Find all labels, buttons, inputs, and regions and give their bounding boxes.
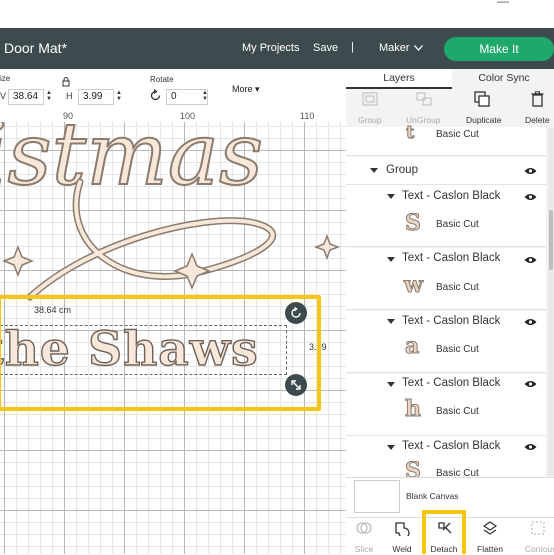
window-titlebar xyxy=(0,0,554,28)
save-link[interactable]: Save xyxy=(313,42,338,54)
weld-icon[interactable] xyxy=(394,520,410,536)
layer-operation: Basic Cut xyxy=(436,129,479,140)
height-stepper[interactable]: ▲ ▼ xyxy=(116,90,122,102)
layer-operation-clip: Basic Cut xyxy=(430,466,490,477)
eye-icon[interactable] xyxy=(524,443,537,451)
duplicate-icon[interactable] xyxy=(474,91,490,107)
project-title: Door Mat* xyxy=(4,40,68,56)
contour-icon[interactable] xyxy=(530,520,546,536)
text-layer-name: Text - Caslon Black xyxy=(402,440,501,452)
collapse-triangle-icon[interactable] xyxy=(387,382,395,387)
weld-button[interactable]: Weld xyxy=(384,544,420,554)
layer-thumbnail: S xyxy=(405,210,422,237)
eye-icon[interactable] xyxy=(524,380,537,388)
more-menu[interactable]: More ▾ xyxy=(232,84,260,95)
detach-highlight-box xyxy=(422,510,466,554)
layer-thumbnail: w xyxy=(404,272,424,299)
rotate-label: Rotate xyxy=(150,75,174,84)
slice-button[interactable]: Slice xyxy=(346,544,382,554)
rotate-icon[interactable] xyxy=(149,89,162,102)
ruler-tick-label: 110 xyxy=(300,111,315,121)
size-label: ize xyxy=(0,74,11,83)
text-layer-name: Text - Caslon Black xyxy=(402,252,501,264)
duplicate-button-label[interactable]: Duplicate xyxy=(466,115,501,125)
tab-color-sync[interactable]: Color Sync xyxy=(454,69,554,87)
eye-icon[interactable] xyxy=(524,167,537,175)
rotate-stepper[interactable]: ▲ ▼ xyxy=(202,90,208,102)
layer-thumbnail: h xyxy=(405,396,422,423)
layers-scrollbar[interactable] xyxy=(548,128,554,476)
flatten-button[interactable]: Flatten xyxy=(472,544,508,554)
highlight-box xyxy=(0,295,321,411)
layer-operation: Basic Cut xyxy=(436,468,479,477)
scrollbar-thumb[interactable] xyxy=(549,210,553,270)
text-layer-name: Text - Caslon Black xyxy=(402,377,501,389)
layer-operation: Basic Cut xyxy=(436,282,479,293)
collapse-triangle-icon[interactable] xyxy=(387,445,395,450)
height-label: H xyxy=(66,91,73,101)
group-button-label[interactable]: Group xyxy=(358,115,382,125)
height-input[interactable]: 3.99 xyxy=(78,89,114,105)
tab-layers[interactable]: Layers xyxy=(346,69,452,89)
christmas-script-graphic[interactable]: istmas xyxy=(0,122,346,322)
delete-button-label[interactable]: Delete xyxy=(525,115,550,125)
slice-icon[interactable] xyxy=(356,520,372,536)
group-label: Group xyxy=(386,164,418,176)
blank-canvas-label: Blank Canvas xyxy=(406,491,459,501)
script-word: istmas xyxy=(0,122,263,205)
layer-thumbnail: a xyxy=(404,333,420,360)
collapse-triangle-icon[interactable] xyxy=(387,257,395,262)
eye-icon[interactable] xyxy=(524,318,537,326)
text-layer-name: Text - Caslon Black xyxy=(402,315,501,327)
layer-operation: Basic Cut xyxy=(436,219,479,230)
trash-icon[interactable] xyxy=(531,91,544,107)
contour-button[interactable]: Contour xyxy=(520,544,554,554)
eye-icon[interactable] xyxy=(524,193,537,201)
ruler-tick-label: 100 xyxy=(180,111,196,121)
chevron-down-icon[interactable] xyxy=(414,45,423,51)
width-input[interactable]: 38.64 xyxy=(8,89,44,105)
canvas-color-swatch[interactable] xyxy=(354,480,400,513)
layer-operation: Basic Cut xyxy=(436,406,479,417)
make-it-button[interactable]: Make It xyxy=(444,37,554,61)
header-separator: | xyxy=(351,41,354,53)
collapse-triangle-icon[interactable] xyxy=(370,168,378,173)
ungroup-icon[interactable] xyxy=(416,92,432,106)
collapse-triangle-icon[interactable] xyxy=(387,194,395,199)
width-stepper[interactable]: ▲ ▼ xyxy=(46,90,52,102)
layer-thumbnail: S xyxy=(405,458,422,477)
layer-operation: Basic Cut xyxy=(436,344,479,355)
ruler-tick-label: 90 xyxy=(63,111,74,121)
layer-thumbnail: t xyxy=(405,122,415,144)
width-label: V xyxy=(0,91,7,101)
eye-icon[interactable] xyxy=(524,256,537,264)
flatten-icon[interactable] xyxy=(482,520,498,536)
collapse-triangle-icon[interactable] xyxy=(387,319,395,324)
group-icon[interactable] xyxy=(362,92,378,106)
text-layer-name: Text - Caslon Black xyxy=(402,190,501,202)
my-projects-link[interactable]: My Projects xyxy=(242,42,299,54)
minimize-icon[interactable]: — xyxy=(497,0,509,8)
lock-icon[interactable] xyxy=(62,77,70,87)
more-label: More xyxy=(232,84,253,94)
machine-selector[interactable]: Maker xyxy=(379,42,410,54)
